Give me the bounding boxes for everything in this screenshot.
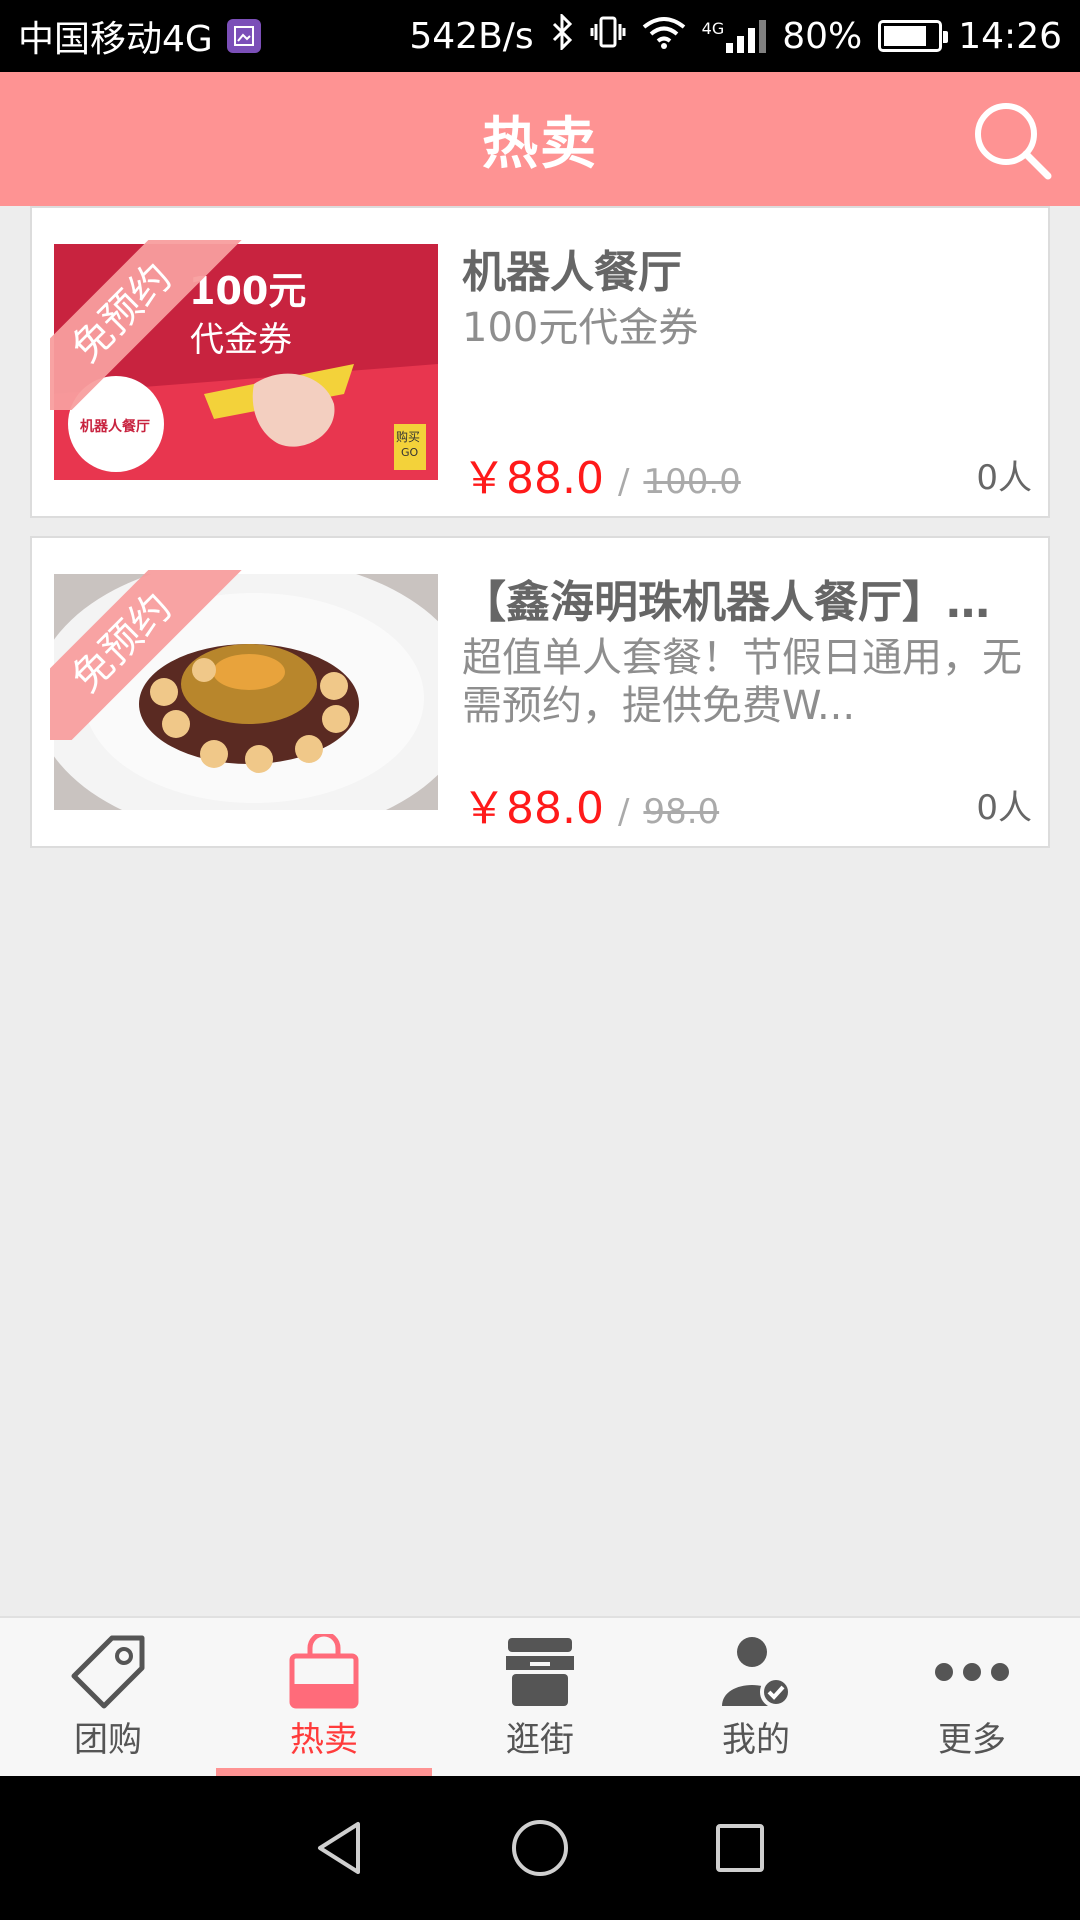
bottom-nav: 团购 热卖 逛街 我的 更多 — [0, 1616, 1080, 1776]
nav-label: 更多 — [938, 1720, 1006, 1760]
deal-card[interactable]: 100元 代金券 机器人餐厅 购买 GO 免预约 机器人餐厅 100元代金券 ￥… — [30, 206, 1050, 518]
back-icon — [318, 1822, 360, 1874]
carrier-label: 中国移动4G — [18, 19, 213, 60]
nav-label: 逛街 — [506, 1720, 574, 1760]
active-tab-indicator — [216, 1768, 432, 1776]
badge-ribbon: 免预约 — [50, 570, 250, 740]
no-reservation-badge: 免预约 — [50, 240, 250, 410]
more-dots-icon — [932, 1634, 1012, 1710]
user-check-icon — [716, 1634, 796, 1710]
home-icon — [512, 1820, 568, 1876]
nav-label: 热卖 — [290, 1720, 358, 1760]
nav-label: 团购 — [74, 1720, 142, 1760]
nav-browse[interactable]: 逛街 — [432, 1618, 648, 1776]
voucher-buy-text: 购买 — [396, 430, 421, 444]
deal-description: 100元代金券 — [462, 305, 699, 351]
system-nav-bar — [0, 1776, 1080, 1920]
price-separator: / — [617, 792, 630, 832]
recents-icon — [716, 1824, 764, 1872]
voucher-go-text: GO — [401, 446, 419, 459]
deal-description: 超值单人套餐！节假日通用，无需预约，提供免费W... — [462, 635, 1022, 729]
original-price: 100.0 — [643, 462, 741, 502]
shopping-bag-icon — [284, 1634, 364, 1710]
deal-list: 100元 代金券 机器人餐厅 购买 GO 免预约 机器人餐厅 100元代金券 ￥… — [30, 206, 1050, 866]
nav-more[interactable]: 更多 — [864, 1618, 1080, 1776]
nav-label: 我的 — [722, 1720, 790, 1760]
voucher-logo-text: 机器人餐厅 — [80, 419, 150, 435]
battery-level — [884, 26, 926, 46]
clock: 14:26 — [958, 15, 1062, 57]
battery-icon — [878, 20, 949, 52]
price-separator: / — [617, 462, 630, 502]
wifi-icon — [642, 15, 686, 58]
deal-price: ￥88.0 — [462, 783, 604, 834]
net-speed: 542B/s — [409, 15, 534, 57]
battery-percent: 80% — [782, 15, 863, 57]
app-header: 热卖 — [0, 72, 1080, 206]
bluetooth-icon — [550, 11, 574, 59]
sold-count: 0人 — [976, 788, 1032, 828]
home-button[interactable] — [500, 1808, 580, 1888]
search-icon — [975, 103, 1052, 180]
signal-icon — [726, 19, 767, 53]
back-button[interactable] — [300, 1808, 380, 1888]
deal-card[interactable]: 免预约 【鑫海明珠机器人餐厅】单... 超值单人套餐！节假日通用，无需预约，提供… — [30, 536, 1050, 848]
original-price: 98.0 — [643, 792, 720, 832]
page-title: 热卖 — [482, 111, 598, 177]
deal-price: ￥88.0 — [462, 453, 604, 504]
price-row: ￥88.0 / 98.0 — [462, 772, 719, 836]
network-type: 4G — [701, 19, 725, 38]
price-row: ￥88.0 / 100.0 — [462, 442, 741, 506]
recents-button[interactable] — [700, 1808, 780, 1888]
status-bar: 中国移动4G 542B/s 4G 80% 14:26 — [0, 0, 1080, 72]
search-button[interactable] — [968, 96, 1056, 184]
deal-title: 【鑫海明珠机器人餐厅】单... — [462, 577, 1022, 628]
no-reservation-badge: 免预约 — [50, 570, 250, 740]
nav-hot-sale[interactable]: 热卖 — [216, 1618, 432, 1776]
deal-title: 机器人餐厅 — [462, 247, 682, 298]
nav-mine[interactable]: 我的 — [648, 1618, 864, 1776]
badge-ribbon: 免预约 — [50, 240, 250, 410]
gallery-notification-icon — [226, 19, 261, 53]
vibrate-icon — [590, 14, 626, 59]
storefront-icon — [500, 1634, 580, 1710]
tag-icon — [68, 1634, 148, 1710]
nav-group-buy[interactable]: 团购 — [0, 1618, 216, 1776]
sold-count: 0人 — [976, 458, 1032, 498]
